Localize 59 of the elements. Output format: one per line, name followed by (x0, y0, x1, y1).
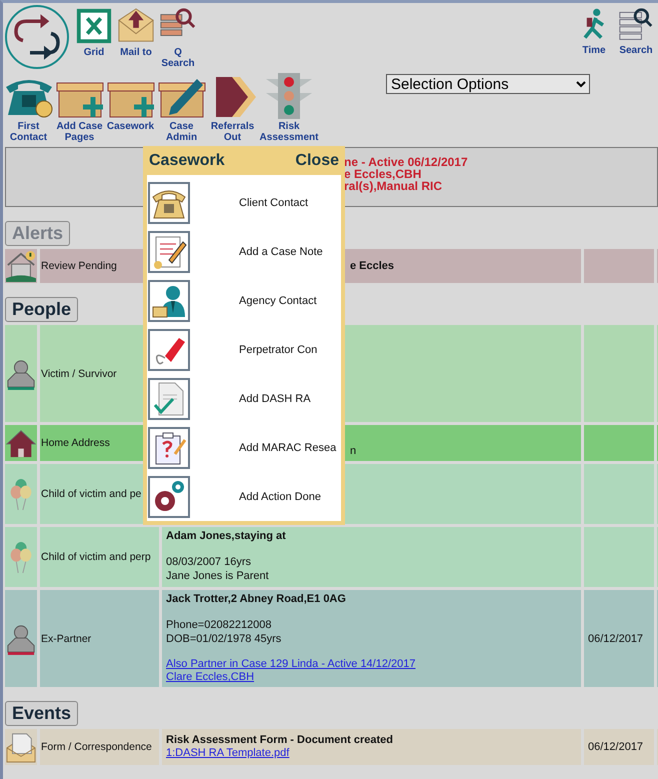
menu-item[interactable]: Add DASH RA (239, 392, 311, 404)
popup-title: Casework (149, 152, 225, 170)
link[interactable]: 1:DASH RA Template.pdf (166, 747, 393, 760)
menu-icon-button[interactable] (148, 476, 190, 518)
case-summary-text: ne - Active 06/12/2017 (344, 156, 469, 168)
menu-icon-button[interactable] (148, 280, 190, 322)
cell-text: Risk Assessment Form - Document created (166, 734, 393, 747)
menu-item[interactable]: Add MARAC Resea (239, 442, 336, 454)
cell-text: DOB=01/02/1978 45yrs (166, 632, 282, 646)
toolbar-button[interactable]: Risk Assessment (258, 73, 320, 143)
toolbar-button[interactable]: Time (576, 7, 612, 56)
menu-icon-button[interactable] (148, 426, 190, 468)
cell-text: Jack Trotter,2 Abney Road,E1 0AG (166, 593, 346, 606)
toolbar-button[interactable]: Case Admin (156, 73, 207, 143)
table-cell (584, 464, 654, 524)
cell-text: 08/03/2007 16yrs (166, 555, 252, 569)
close-button[interactable]: Close (295, 152, 339, 170)
menu-item[interactable]: Perpetrator Con (239, 344, 318, 356)
table-cell: Form / Correspondence (40, 729, 159, 765)
person-icon (6, 622, 36, 654)
menu-item[interactable]: Add Action Done (239, 490, 321, 502)
spreadsheet-icon (75, 7, 113, 45)
toolbar-button[interactable]: Mail to (117, 7, 155, 58)
menu-icon-button[interactable] (148, 378, 190, 420)
case-summary-text: ral(s),Manual RIC (344, 180, 444, 192)
toolbar-button[interactable]: Grid (75, 7, 113, 58)
cell-text: Adam Jones,staying at (166, 530, 286, 543)
menu-item[interactable]: Client Contact (239, 196, 308, 208)
cell-text: n (350, 444, 356, 458)
traffic-light-icon (264, 73, 314, 119)
link[interactable]: Clare Eccles,CBH (166, 671, 416, 684)
table-cell: Ex-Partner (40, 590, 159, 687)
cell-text: e Eccles (350, 260, 394, 272)
search-icon (618, 7, 654, 43)
notepad-icon (151, 234, 187, 270)
section-button[interactable]: People (5, 297, 78, 322)
menu-icon-button[interactable] (148, 182, 190, 224)
toolbar-button[interactable]: Casework (105, 73, 156, 132)
link[interactable]: Also Partner in Case 129 Linda - Active 14/12/2017 (166, 658, 416, 671)
table-cell (584, 425, 654, 461)
cell-text: Phone=02082212008 (166, 618, 273, 632)
toolbar-button[interactable]: Add Case Pages (54, 73, 105, 143)
toolbar-button[interactable]: Q Search (159, 7, 197, 69)
person-icon (6, 358, 36, 390)
table-cell: Child of victim and perp (40, 527, 159, 587)
toolbar-button[interactable]: Referrals Out (207, 73, 258, 143)
table-cell (584, 527, 654, 587)
table-cell: 06/12/2017 (584, 729, 654, 765)
toolbar-button[interactable]: Search (618, 7, 654, 56)
menu-icon-button[interactable] (148, 230, 190, 272)
toolbar-button[interactable]: First Contact (3, 73, 54, 143)
menu-item[interactable]: Add a Case Note (239, 246, 323, 258)
section-button[interactable]: Events (5, 701, 78, 726)
menu-item[interactable]: Agency Contact (239, 294, 317, 306)
table-cell: 06/12/2017 (584, 590, 654, 687)
menu-icon-button[interactable] (148, 328, 190, 370)
selection-dropdown[interactable]: Selection Options (386, 74, 590, 94)
cell-text: Jane Jones is Parent (166, 569, 269, 583)
table-cell (584, 249, 654, 283)
